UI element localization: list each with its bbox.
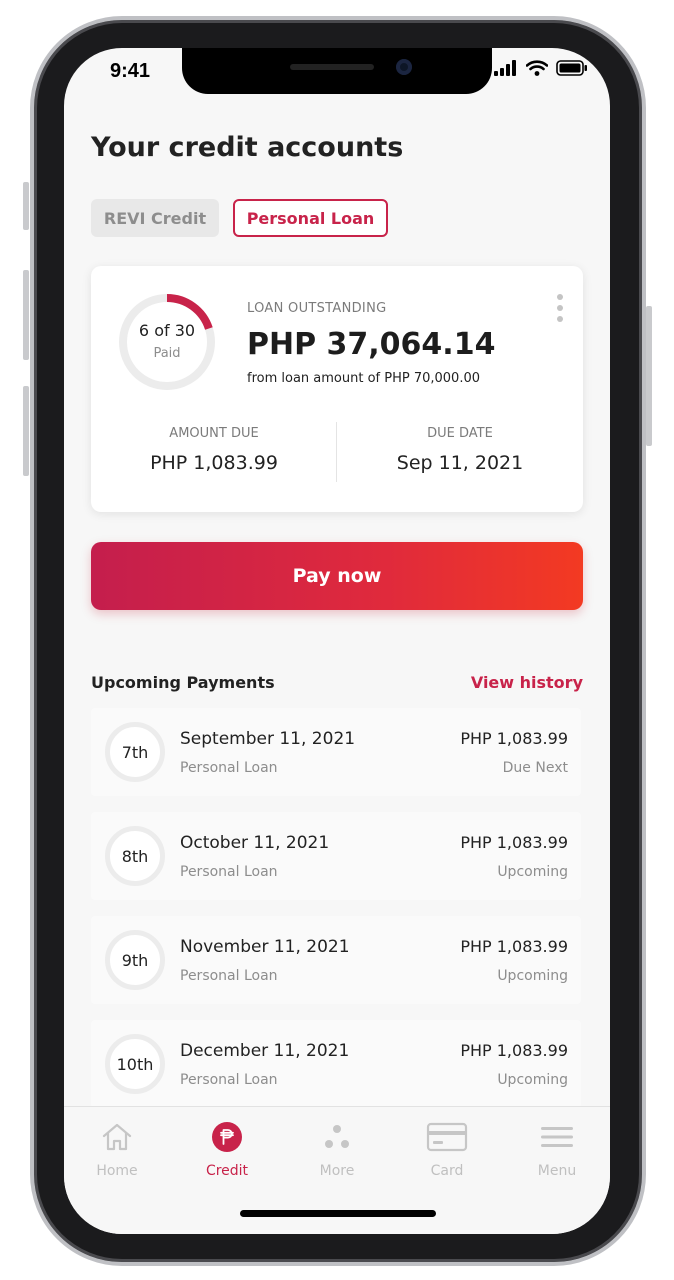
home-icon xyxy=(102,1123,132,1151)
payment-amount: PHP 1,083.99 xyxy=(460,729,568,748)
installment-number: 10th xyxy=(105,1034,165,1094)
loan-summary-card: 6 of 30 Paid LOAN OUTSTANDING PHP 37,064… xyxy=(91,266,583,512)
nav-home[interactable]: Home xyxy=(67,1121,167,1179)
payment-status: Upcoming xyxy=(497,1072,568,1088)
amount-due-value: PHP 1,083.99 xyxy=(150,452,278,474)
payment-amount: PHP 1,083.99 xyxy=(460,1041,568,1060)
payment-date: September 11, 2021 xyxy=(180,729,356,749)
loan-outstanding-amount: PHP 37,064.14 xyxy=(247,327,496,362)
payment-date: November 11, 2021 xyxy=(180,937,350,957)
payment-amount: PHP 1,083.99 xyxy=(460,937,568,956)
card-icon xyxy=(426,1122,468,1152)
due-date-section: DUE DATE Sep 11, 2021 xyxy=(337,426,583,474)
view-history-link[interactable]: View history xyxy=(471,673,583,692)
more-options-icon[interactable] xyxy=(557,294,563,322)
payment-type: Personal Loan xyxy=(180,864,278,880)
payment-type: Personal Loan xyxy=(180,1072,278,1088)
app-screen: 9:41 Your credit accounts REVI Credit Pe… xyxy=(64,48,610,1234)
tab-revi-credit[interactable]: REVI Credit xyxy=(91,199,219,237)
peso-icon xyxy=(212,1122,242,1152)
payment-date: October 11, 2021 xyxy=(180,833,330,853)
payment-progress-ring: 6 of 30 Paid xyxy=(117,292,217,392)
nav-more-label: More xyxy=(319,1163,355,1179)
home-indicator xyxy=(240,1210,436,1217)
nav-credit[interactable]: Credit xyxy=(177,1121,277,1179)
paid-count: 6 of 30 xyxy=(138,321,196,340)
silent-switch xyxy=(23,182,29,230)
loan-amount-text: from loan amount of PHP 70,000.00 xyxy=(247,371,480,386)
amount-due-label: AMOUNT DUE xyxy=(169,426,259,441)
payment-row[interactable]: 8th October 11, 2021 Personal Loan PHP 1… xyxy=(91,812,581,900)
amount-due-section: AMOUNT DUE PHP 1,083.99 xyxy=(91,426,337,474)
notch xyxy=(182,48,492,94)
payment-row[interactable]: 10th December 11, 2021 Personal Loan PHP… xyxy=(91,1020,581,1108)
installment-number: 7th xyxy=(105,722,165,782)
payment-amount: PHP 1,083.99 xyxy=(460,833,568,852)
payment-type: Personal Loan xyxy=(180,760,278,776)
menu-icon xyxy=(541,1127,573,1147)
payment-row[interactable]: 9th November 11, 2021 Personal Loan PHP … xyxy=(91,916,581,1004)
due-date-value: Sep 11, 2021 xyxy=(396,452,524,474)
installment-number: 8th xyxy=(105,826,165,886)
volume-up-button xyxy=(23,270,29,360)
signal-icon xyxy=(494,60,516,76)
battery-icon xyxy=(556,60,587,76)
due-date-label: DUE DATE xyxy=(427,426,493,441)
loan-outstanding-label: LOAN OUTSTANDING xyxy=(247,301,387,316)
payment-status: Upcoming xyxy=(497,864,568,880)
tab-personal-loan[interactable]: Personal Loan xyxy=(233,199,388,237)
nav-card-label: Card xyxy=(430,1163,464,1179)
camera xyxy=(396,59,412,75)
payment-status: Due Next xyxy=(502,760,568,776)
nav-card[interactable]: Card xyxy=(397,1121,497,1179)
payment-status: Upcoming xyxy=(497,968,568,984)
wifi-icon xyxy=(526,60,548,76)
payment-date: December 11, 2021 xyxy=(180,1041,350,1061)
dots-icon xyxy=(325,1125,349,1148)
installment-number: 9th xyxy=(105,930,165,990)
page-title: Your credit accounts xyxy=(91,132,404,163)
nav-menu[interactable]: Menu xyxy=(507,1121,607,1179)
status-icons xyxy=(494,60,588,76)
nav-home-label: Home xyxy=(96,1163,138,1179)
paid-label: Paid xyxy=(153,346,181,361)
payment-type: Personal Loan xyxy=(180,968,278,984)
power-button xyxy=(646,306,652,446)
status-time: 9:41 xyxy=(110,60,151,82)
pay-now-button[interactable]: Pay now xyxy=(91,542,583,610)
payment-row[interactable]: 7th September 11, 2021 Personal Loan PHP… xyxy=(91,708,581,796)
nav-more[interactable]: More xyxy=(287,1121,387,1179)
speaker xyxy=(290,64,374,70)
nav-menu-label: Menu xyxy=(537,1163,577,1179)
upcoming-payments-title: Upcoming Payments xyxy=(91,673,275,692)
nav-credit-label: Credit xyxy=(205,1163,249,1179)
volume-down-button xyxy=(23,386,29,476)
